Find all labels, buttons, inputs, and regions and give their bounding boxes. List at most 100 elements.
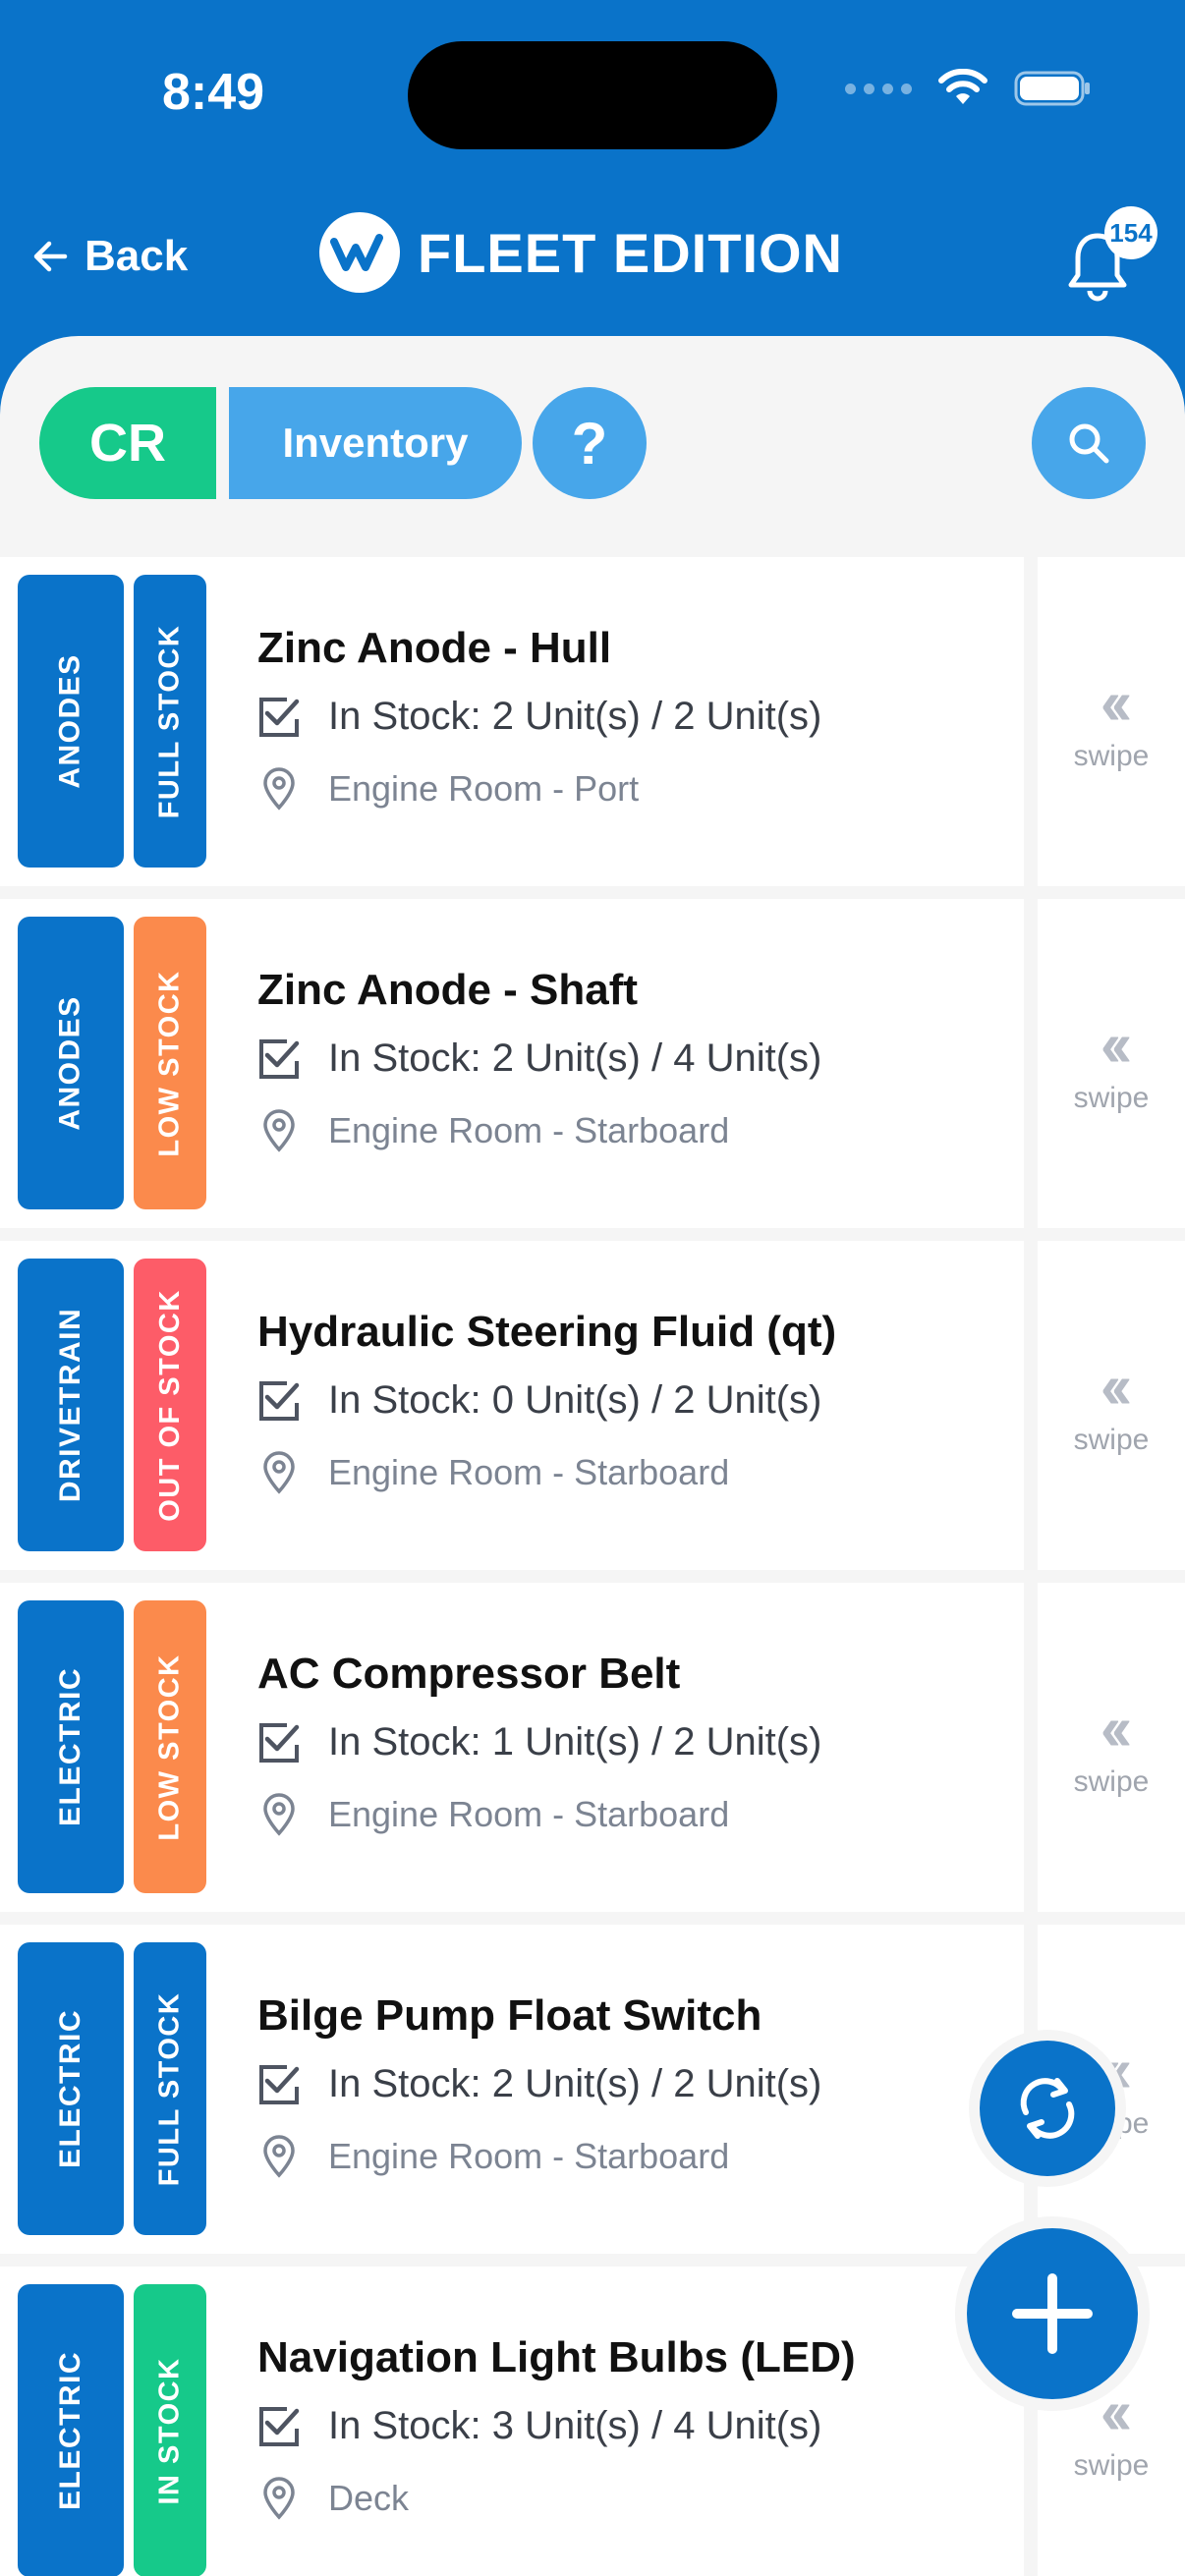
item-stock-text: In Stock: 0 Unit(s) / 2 Unit(s): [328, 1378, 822, 1422]
swipe-handle[interactable]: ‹‹ swipe: [1038, 1583, 1185, 1912]
item-location: Engine Room - Port: [257, 767, 639, 811]
location-pin-icon: [257, 1793, 301, 1836]
battery-icon: [1014, 71, 1090, 106]
item-stock-text: In Stock: 2 Unit(s) / 2 Unit(s): [328, 2062, 822, 2105]
checkbox-icon: [257, 1379, 301, 1423]
help-button[interactable]: ?: [533, 387, 647, 499]
stock-status-tag: LOW STOCK: [134, 1600, 206, 1893]
stock-status-tag: LOW STOCK: [134, 917, 206, 1209]
item-name: Navigation Light Bulbs (LED): [257, 2333, 856, 2381]
item-stock-text: In Stock: 2 Unit(s) / 4 Unit(s): [328, 1036, 822, 1080]
status-time: 8:49: [162, 64, 265, 121]
item-name: Zinc Anode - Shaft: [257, 966, 639, 1014]
signal-icon: [845, 83, 912, 94]
swipe-handle[interactable]: ‹‹ swipe: [1038, 557, 1185, 886]
item-location: Engine Room - Starboard: [257, 2135, 729, 2178]
toolbar: CR Inventory ?: [39, 387, 1146, 499]
stock-status-tag: IN STOCK: [134, 2284, 206, 2576]
item-stock: In Stock: 2 Unit(s) / 2 Unit(s): [257, 695, 821, 739]
back-label: Back: [85, 232, 189, 280]
item-location-text: Deck: [328, 2478, 410, 2518]
arrow-left-icon: [33, 241, 68, 272]
add-item-button[interactable]: [955, 2216, 1150, 2411]
swipe-label: swipe: [1073, 1764, 1150, 1798]
notification-badge: 154: [1104, 206, 1157, 259]
double-chevron-left-icon: ‹‹: [1100, 1692, 1132, 1764]
checkbox-icon: [257, 2405, 301, 2448]
location-pin-icon: [257, 1451, 301, 1494]
swipe-label: swipe: [1073, 1081, 1150, 1114]
category-tag: ELECTRIC: [18, 1600, 124, 1893]
category-tag: ANODES: [18, 575, 124, 868]
plus-icon: [1012, 2273, 1093, 2354]
inventory-row[interactable]: DRIVETRAIN OUT OF STOCK Hydraulic Steeri…: [0, 1241, 1185, 1570]
inventory-card[interactable]: ANODES FULL STOCK Zinc Anode - Hull In S…: [0, 557, 1024, 886]
search-button[interactable]: [1032, 387, 1146, 499]
inventory-button[interactable]: Inventory: [229, 387, 522, 499]
item-name: Bilge Pump Float Switch: [257, 1991, 762, 2040]
swipe-label: swipe: [1073, 739, 1150, 772]
swipe-handle[interactable]: ‹‹ swipe: [1038, 1241, 1185, 1570]
search-icon: [1069, 423, 1109, 464]
item-stock: In Stock: 2 Unit(s) / 2 Unit(s): [257, 2062, 821, 2106]
back-button[interactable]: Back: [29, 232, 188, 281]
item-stock: In Stock: 1 Unit(s) / 2 Unit(s): [257, 1720, 821, 1764]
item-stock-text: In Stock: 3 Unit(s) / 4 Unit(s): [328, 2404, 822, 2447]
item-name: Zinc Anode - Hull: [257, 624, 612, 672]
brand-name: FLEET EDITION: [418, 221, 843, 284]
cr-button[interactable]: CR: [39, 387, 216, 499]
status-bar: 8:49: [0, 0, 1185, 187]
location-pin-icon: [257, 2135, 301, 2178]
item-location-text: Engine Room - Starboard: [328, 1110, 730, 1150]
swipe-handle[interactable]: ‹‹ swipe: [1038, 899, 1185, 1228]
item-location: Deck: [257, 2477, 409, 2520]
item-stock-text: In Stock: 1 Unit(s) / 2 Unit(s): [328, 1720, 822, 1764]
dynamic-island: [408, 41, 777, 149]
inventory-card[interactable]: DRIVETRAIN OUT OF STOCK Hydraulic Steeri…: [0, 1241, 1024, 1570]
sync-button[interactable]: [969, 2030, 1126, 2187]
sync-button-inner[interactable]: [980, 2041, 1115, 2176]
double-chevron-left-icon: ‹‹: [1100, 666, 1132, 738]
stock-status-tag: FULL STOCK: [134, 575, 206, 868]
location-pin-icon: [257, 2477, 301, 2520]
checkbox-icon: [257, 1721, 301, 1764]
inventory-row[interactable]: ANODES LOW STOCK Zinc Anode - Shaft In S…: [0, 899, 1185, 1228]
item-location: Engine Room - Starboard: [257, 1793, 729, 1836]
wifi-icon: [938, 69, 988, 104]
sync-icon: [1020, 2078, 1075, 2139]
inventory-row[interactable]: ELECTRIC LOW STOCK AC Compressor Belt In…: [0, 1583, 1185, 1912]
double-chevron-left-icon: ‹‹: [1100, 1008, 1132, 1080]
brand-logo-icon: [319, 212, 400, 293]
inventory-card[interactable]: ANODES LOW STOCK Zinc Anode - Shaft In S…: [0, 899, 1024, 1228]
item-name: Hydraulic Steering Fluid (qt): [257, 1308, 837, 1356]
inventory-card[interactable]: ELECTRIC IN STOCK Navigation Light Bulbs…: [0, 2267, 1024, 2576]
app-header: Back FLEET EDITION: [0, 187, 1185, 334]
category-tag: ELECTRIC: [18, 2284, 124, 2576]
swipe-label: swipe: [1073, 2448, 1150, 2482]
inventory-card[interactable]: ELECTRIC FULL STOCK Bilge Pump Float Swi…: [0, 1925, 1024, 2254]
item-location: Engine Room - Starboard: [257, 1109, 729, 1152]
double-chevron-left-icon: ‹‹: [1100, 1350, 1132, 1422]
checkbox-icon: [257, 696, 301, 739]
stock-status-tag: OUT OF STOCK: [134, 1259, 206, 1551]
item-location-text: Engine Room - Port: [328, 768, 640, 809]
category-tag: ELECTRIC: [18, 1942, 124, 2235]
inventory-row[interactable]: ANODES FULL STOCK Zinc Anode - Hull In S…: [0, 557, 1185, 886]
checkbox-icon: [257, 2063, 301, 2106]
category-tag: ANODES: [18, 917, 124, 1209]
brand: FLEET EDITION: [319, 212, 843, 293]
status-icons: [845, 69, 1093, 108]
category-tag: DRIVETRAIN: [18, 1259, 124, 1551]
stock-status-tag: FULL STOCK: [134, 1942, 206, 2235]
item-location-text: Engine Room - Starboard: [328, 1794, 730, 1834]
item-name: AC Compressor Belt: [257, 1650, 681, 1698]
add-item-button-inner[interactable]: [967, 2228, 1138, 2399]
checkbox-icon: [257, 1037, 301, 1081]
swipe-label: swipe: [1073, 1423, 1150, 1456]
inventory-card[interactable]: ELECTRIC LOW STOCK AC Compressor Belt In…: [0, 1583, 1024, 1912]
item-location-text: Engine Room - Starboard: [328, 2136, 730, 2176]
item-stock: In Stock: 2 Unit(s) / 4 Unit(s): [257, 1036, 821, 1081]
location-pin-icon: [257, 1109, 301, 1152]
item-stock-text: In Stock: 2 Unit(s) / 2 Unit(s): [328, 695, 822, 738]
item-stock: In Stock: 0 Unit(s) / 2 Unit(s): [257, 1378, 821, 1423]
